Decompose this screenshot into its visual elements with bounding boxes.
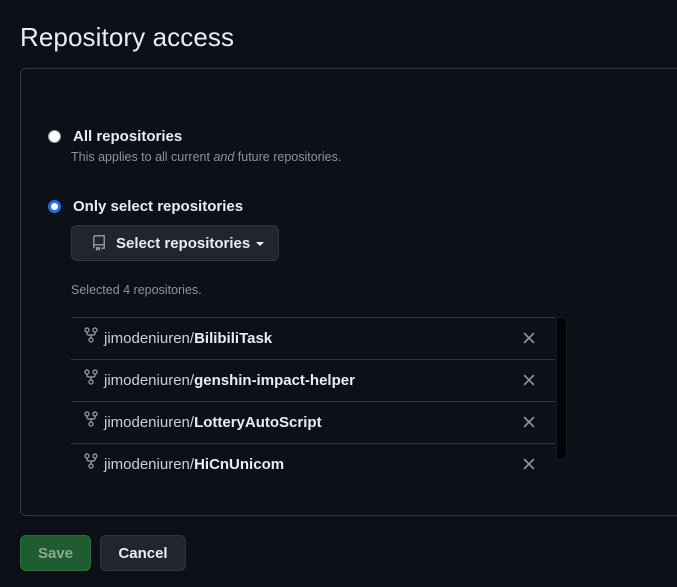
repo-forked-icon (84, 410, 98, 427)
repository-name: jimodeniuren/genshin-impact-helper (104, 372, 355, 389)
note-text-start: This applies to all current (71, 150, 214, 164)
repo-forked-icon (84, 368, 98, 385)
repository-owner: jimodeniuren/ (104, 456, 195, 473)
repository-short-name: genshin-impact-helper (194, 372, 355, 389)
repo-icon (93, 235, 105, 251)
select-repositories-button-label: Select repositories (116, 234, 251, 252)
repository-item: jimodeniuren/LotteryAutoScript (71, 402, 555, 444)
repository-short-name: BilibiliTask (194, 330, 273, 347)
select-repositories-button[interactable]: Select repositories (71, 225, 279, 261)
repository-owner: jimodeniuren/ (104, 330, 195, 347)
selected-repository-list: jimodeniuren/BilibiliTask jimodeniuren/g… (71, 317, 555, 485)
caret-down-icon (256, 242, 265, 246)
all-repositories-label: All repositories (73, 128, 183, 145)
repository-owner: jimodeniuren/ (104, 372, 195, 389)
repository-item: jimodeniuren/BilibiliTask (71, 318, 555, 360)
repository-short-name: HiCnUnicom (194, 456, 285, 473)
select-repositories-option[interactable]: Only select repositories (48, 198, 243, 215)
all-repositories-note: This applies to all current and future r… (71, 150, 341, 164)
x-icon[interactable] (523, 374, 535, 386)
repository-name: jimodeniuren/HiCnUnicom (104, 456, 284, 473)
all-repositories-radio[interactable] (48, 130, 61, 143)
x-icon[interactable] (523, 332, 535, 344)
repository-name: jimodeniuren/LotteryAutoScript (104, 414, 322, 431)
note-text-emphasis: and (213, 150, 235, 164)
repo-forked-icon (84, 326, 98, 343)
cancel-button[interactable]: Cancel (100, 535, 186, 571)
repository-item: jimodeniuren/HiCnUnicom (71, 444, 555, 485)
select-repositories-label: Only select repositories (73, 198, 244, 215)
repository-owner: jimodeniuren/ (104, 414, 195, 431)
note-text-end: future repositories. (234, 150, 342, 164)
repository-item: jimodeniuren/genshin-impact-helper (71, 360, 555, 402)
selected-count-text: Selected 4 repositories. (71, 283, 202, 297)
save-button[interactable]: Save (20, 535, 91, 571)
select-repositories-radio[interactable] (48, 200, 61, 213)
x-icon[interactable] (523, 458, 535, 470)
repo-forked-icon (84, 452, 98, 469)
all-repositories-option[interactable]: All repositories (48, 128, 182, 145)
page-title: Repository access (20, 22, 235, 52)
repository-list-scrollbar[interactable] (556, 317, 567, 460)
repository-short-name: LotteryAutoScript (194, 414, 322, 431)
repository-access-page: Repository access All repositories This … (0, 0, 677, 587)
repository-name: jimodeniuren/BilibiliTask (104, 330, 272, 347)
x-icon[interactable] (523, 416, 535, 428)
